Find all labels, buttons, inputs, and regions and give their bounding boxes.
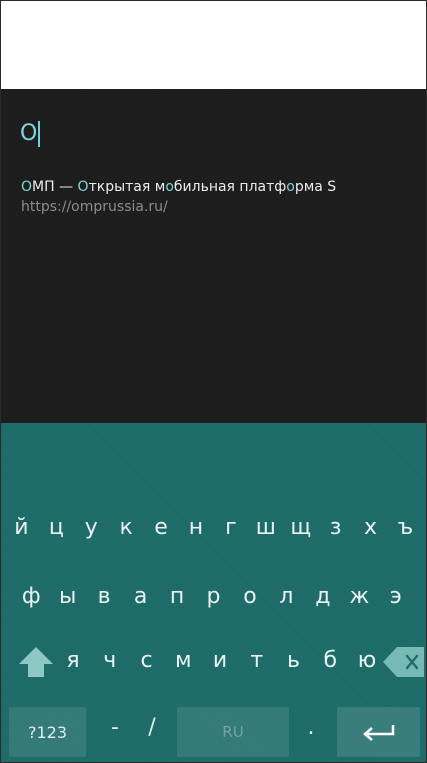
key[interactable]: ь (280, 644, 308, 678)
key[interactable]: б (316, 644, 344, 678)
virtual-keyboard: й ц у к е н г ш щ з х ъ ф ы в а п р о л … (1, 423, 426, 762)
backspace-icon (383, 647, 424, 677)
key[interactable]: п (161, 580, 193, 614)
key[interactable]: ф (15, 580, 47, 614)
key[interactable]: н (180, 511, 212, 545)
key[interactable]: и (206, 644, 234, 678)
key[interactable]: ъ (389, 511, 421, 545)
key[interactable]: а (125, 580, 157, 614)
key[interactable]: ц (40, 511, 72, 545)
key[interactable]: е (145, 511, 177, 545)
suggestion-url: https://omprussia.ru/ (21, 199, 168, 215)
key[interactable]: ш (250, 511, 282, 545)
search-input[interactable]: О (20, 119, 41, 149)
text-cursor (38, 121, 41, 147)
symbols-key[interactable]: ?123 (9, 707, 86, 757)
key[interactable]: й (5, 511, 37, 545)
key[interactable]: с (133, 644, 161, 678)
search-input-text: О (20, 121, 38, 146)
key[interactable]: к (110, 511, 142, 545)
key[interactable]: ж (343, 580, 375, 614)
key[interactable]: щ (285, 511, 317, 545)
key[interactable]: л (270, 580, 302, 614)
key[interactable]: р (197, 580, 229, 614)
shift-arrow-up-icon (19, 647, 53, 677)
key[interactable]: в (88, 580, 120, 614)
search-suggestion[interactable]: ОМП — Открытая мобильная платформа S htt… (21, 178, 426, 217)
keyboard-row-2: ф ы в а п р о л д ж э (1, 580, 426, 614)
enter-return-icon (362, 725, 394, 741)
top-blank-area (1, 1, 426, 89)
keyboard-row-3: я ч с м и т ь б ю (1, 642, 426, 682)
enter-key[interactable] (337, 707, 420, 757)
keyboard-row-1: й ц у к е н г ш щ з х ъ (1, 511, 426, 545)
key[interactable]: м (169, 644, 197, 678)
key[interactable]: г (215, 511, 247, 545)
phone-screen: О ОМП — Открытая мобильная платформа S h… (0, 0, 427, 763)
key[interactable]: я (59, 644, 87, 678)
suggestion-title: ОМП — Открытая мобильная платформа S (21, 179, 337, 195)
key[interactable]: ю (353, 644, 381, 678)
key[interactable]: э (380, 580, 412, 614)
key[interactable]: х (355, 511, 387, 545)
key[interactable]: т (243, 644, 271, 678)
key[interactable]: з (320, 511, 352, 545)
key[interactable]: ч (96, 644, 124, 678)
backspace-key[interactable] (383, 646, 425, 678)
key[interactable]: о (234, 580, 266, 614)
key[interactable]: у (75, 511, 107, 545)
key[interactable]: д (307, 580, 339, 614)
key[interactable]: ы (52, 580, 84, 614)
search-panel (1, 89, 426, 423)
language-space-key[interactable]: RU (177, 707, 289, 757)
dash-key[interactable]: - (105, 715, 125, 740)
keyboard-row-3-letters: я ч с м и т ь б ю (59, 644, 381, 678)
shift-key[interactable] (16, 642, 56, 682)
slash-key[interactable]: / (142, 715, 162, 740)
keyboard-row-4: ?123 - / RU . (1, 707, 426, 759)
dot-key[interactable]: . (301, 715, 321, 740)
